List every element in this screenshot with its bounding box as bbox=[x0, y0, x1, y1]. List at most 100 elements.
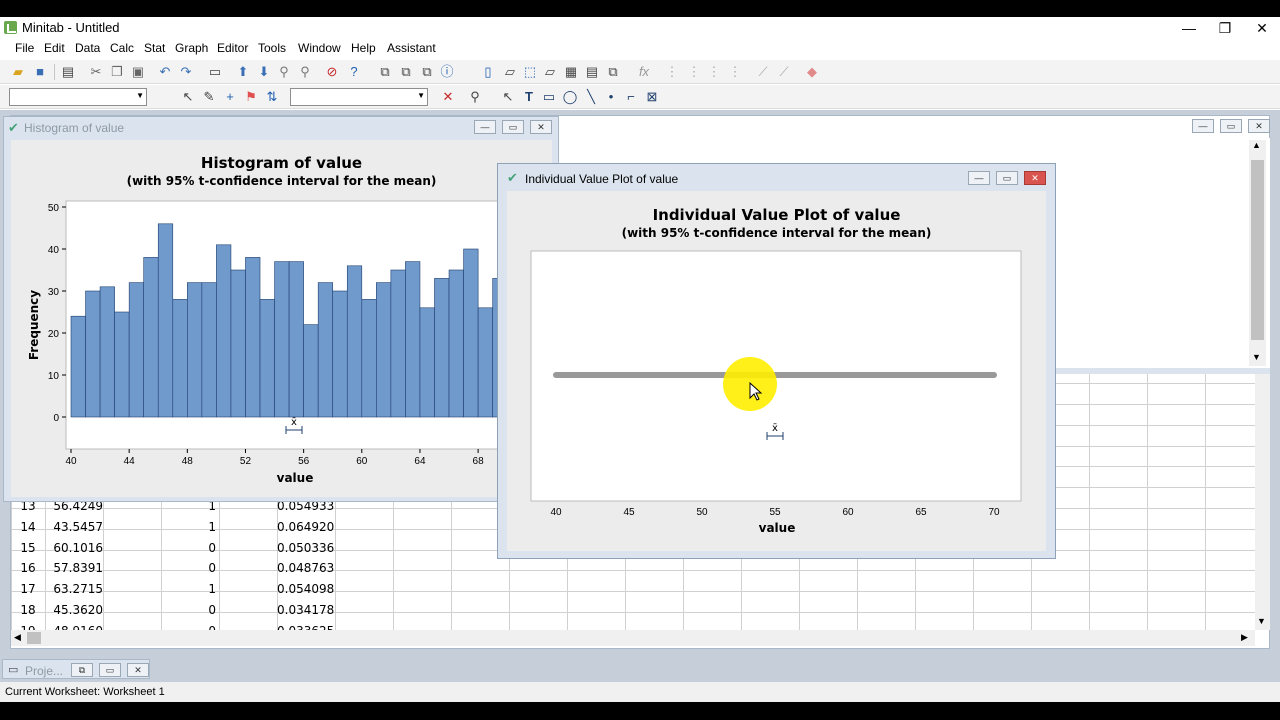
worksheet-minimize-button[interactable]: — bbox=[1192, 119, 1214, 133]
copy-icon[interactable]: ❐ bbox=[109, 64, 125, 80]
histogram-title-bar[interactable]: ✔ Histogram of value — ▭ ✕ bbox=[4, 117, 558, 139]
brush-icon[interactable]: ⬚ bbox=[522, 64, 538, 80]
layout-icon[interactable]: ▱ bbox=[502, 64, 518, 80]
arrow-down-icon[interactable]: ⬇ bbox=[256, 64, 272, 80]
fx-icon[interactable]: fx bbox=[636, 64, 652, 80]
ivp-maximize-button[interactable]: ▭ bbox=[996, 171, 1018, 185]
polygon-tool-icon[interactable]: ⊠ bbox=[644, 89, 660, 105]
worksheet-maximize-button[interactable]: ▭ bbox=[1220, 119, 1242, 133]
ivp-close-button[interactable]: ✕ bbox=[1024, 171, 1046, 185]
cell-value[interactable]: 43.5457 bbox=[45, 520, 103, 534]
chart-line-2-icon[interactable]: ⟋ bbox=[776, 64, 792, 80]
restore-button[interactable]: ❐ bbox=[1206, 17, 1244, 39]
table-row[interactable]: 14 43.5457 1 0.064920 bbox=[11, 517, 411, 538]
undo-icon[interactable]: ↶ bbox=[157, 64, 173, 80]
text-tool-icon[interactable]: T bbox=[521, 89, 537, 105]
row-number[interactable]: 17 bbox=[11, 582, 45, 596]
table-row[interactable]: 18 45.3620 0 0.034178 bbox=[11, 600, 411, 621]
menu-assistant[interactable]: Assistant bbox=[387, 41, 436, 55]
cell-value[interactable]: 0.054098 bbox=[277, 582, 334, 596]
individual-value-plot-window[interactable]: ✔ Individual Value Plot of value — ▭ ✕ I… bbox=[497, 163, 1056, 559]
update-icon[interactable]: ▱ bbox=[542, 64, 558, 80]
menu-tools[interactable]: Tools bbox=[258, 41, 286, 55]
ivp-title-bar[interactable]: ✔ Individual Value Plot of value — ▭ ✕ bbox=[498, 164, 1055, 190]
chart-line-icon[interactable]: ⟋ bbox=[755, 64, 771, 80]
table-row[interactable]: 16 57.8391 0 0.048763 bbox=[11, 558, 411, 579]
scroll-left-icon[interactable]: ◀ bbox=[14, 632, 21, 643]
column-icon[interactable]: ▯ bbox=[480, 64, 496, 80]
brush-tool-icon[interactable]: ✎ bbox=[201, 89, 217, 105]
hscroll-thumb[interactable] bbox=[27, 632, 41, 644]
histogram-close-button[interactable]: ✕ bbox=[530, 120, 552, 134]
grid-icon[interactable]: ▤ bbox=[584, 64, 600, 80]
align-2-icon[interactable]: ⋮ bbox=[706, 64, 722, 80]
menu-help[interactable]: Help bbox=[351, 41, 376, 55]
histogram-minimize-button[interactable]: — bbox=[474, 120, 496, 134]
select-icon[interactable]: ↖ bbox=[180, 89, 196, 105]
cell-value[interactable]: 57.8391 bbox=[45, 561, 103, 575]
line-tool-icon[interactable]: ╲ bbox=[583, 89, 599, 105]
project-restore-button[interactable]: ⧉ bbox=[71, 663, 93, 677]
redo-icon[interactable]: ↷ bbox=[178, 64, 194, 80]
row-number[interactable]: 14 bbox=[11, 520, 45, 534]
minimize-button[interactable]: — bbox=[1170, 17, 1208, 39]
histogram-window[interactable]: ✔ Histogram of value — ▭ ✕ Histogram of … bbox=[3, 116, 559, 502]
item-select-combo[interactable]: ▼ bbox=[9, 88, 147, 106]
rectangle-tool-icon[interactable]: ▭ bbox=[541, 89, 557, 105]
cell-value[interactable]: 0 bbox=[161, 561, 216, 575]
worksheet-hscroll[interactable]: ◀ ▶ bbox=[11, 630, 1255, 646]
cancel-icon[interactable]: ⊘ bbox=[324, 64, 340, 80]
paste-icon[interactable]: ▣ bbox=[130, 64, 146, 80]
scroll-down-icon[interactable]: ▼ bbox=[1257, 616, 1266, 626]
project-maximize-button[interactable]: ▭ bbox=[99, 663, 121, 677]
menu-graph[interactable]: Graph bbox=[175, 41, 208, 55]
histogram-maximize-button[interactable]: ▭ bbox=[502, 120, 524, 134]
cell-value[interactable]: 0.034178 bbox=[277, 603, 334, 617]
align-icon[interactable]: ⋮ bbox=[686, 64, 702, 80]
pointer-icon[interactable]: ↖ bbox=[500, 89, 516, 105]
polyline-tool-icon[interactable]: ⌐ bbox=[623, 89, 639, 105]
worksheet-vscroll[interactable]: ▼ bbox=[1255, 374, 1270, 630]
tile-icon[interactable]: ⧉ bbox=[605, 64, 621, 80]
menu-file[interactable]: File bbox=[15, 41, 34, 55]
worksheet-icon[interactable]: ⧉ bbox=[398, 64, 414, 80]
row-number[interactable]: 18 bbox=[11, 603, 45, 617]
scroll-thumb[interactable] bbox=[1251, 160, 1264, 340]
graph-item-combo[interactable]: ▼ bbox=[290, 88, 428, 106]
graph-folder-icon[interactable]: ⧉ bbox=[419, 64, 435, 80]
table-row[interactable]: 15 60.1016 0 0.050336 bbox=[11, 538, 411, 559]
session-scrollbar[interactable]: ▲ ▼ bbox=[1249, 140, 1266, 366]
menu-data[interactable]: Data bbox=[75, 41, 100, 55]
cell-value[interactable]: 0.050336 bbox=[277, 541, 334, 555]
flag-icon[interactable]: ⚑ bbox=[243, 89, 259, 105]
close-button[interactable]: ✕ bbox=[1243, 17, 1280, 39]
cell-value[interactable]: 1 bbox=[161, 520, 216, 534]
cell-value[interactable]: 1 bbox=[161, 582, 216, 596]
table-icon[interactable]: ▦ bbox=[563, 64, 579, 80]
crosshair-icon[interactable]: + bbox=[222, 89, 238, 105]
help-icon[interactable]: ? bbox=[346, 64, 362, 80]
cell-value[interactable]: 60.1016 bbox=[45, 541, 103, 555]
zoom-icon[interactable]: ⚲ bbox=[467, 89, 483, 105]
cell-value[interactable]: 45.3620 bbox=[45, 603, 103, 617]
delete-icon[interactable]: ✕ bbox=[440, 89, 456, 105]
menu-calc[interactable]: Calc bbox=[110, 41, 134, 55]
replace-icon[interactable]: ⚲ bbox=[297, 64, 313, 80]
save-icon[interactable]: ■ bbox=[32, 64, 48, 80]
distribute-icon[interactable]: ⋮ bbox=[664, 64, 680, 80]
scroll-right-icon[interactable]: ▶ bbox=[1241, 632, 1248, 643]
binoculars-icon[interactable]: ⚲ bbox=[276, 64, 292, 80]
histogram-graph-area[interactable]: Histogram of value (with 95% t-confidenc… bbox=[11, 140, 552, 497]
ivp-minimize-button[interactable]: — bbox=[968, 171, 990, 185]
cell-value[interactable]: 63.2715 bbox=[45, 582, 103, 596]
menu-stat[interactable]: Stat bbox=[144, 41, 165, 55]
table-row[interactable]: 17 63.2715 1 0.054098 bbox=[11, 579, 411, 600]
scroll-up-icon[interactable]: ▲ bbox=[1252, 140, 1261, 150]
cell-value[interactable]: 0 bbox=[161, 603, 216, 617]
cell-value[interactable]: 0.048763 bbox=[277, 561, 334, 575]
print-icon[interactable]: ▤ bbox=[60, 64, 76, 80]
table-row[interactable]: 1948.916000.033625 bbox=[11, 621, 411, 630]
marker-tool-icon[interactable]: • bbox=[603, 89, 619, 105]
window-icon[interactable]: ▭ bbox=[207, 64, 223, 80]
open-icon[interactable]: ▰ bbox=[10, 64, 26, 80]
